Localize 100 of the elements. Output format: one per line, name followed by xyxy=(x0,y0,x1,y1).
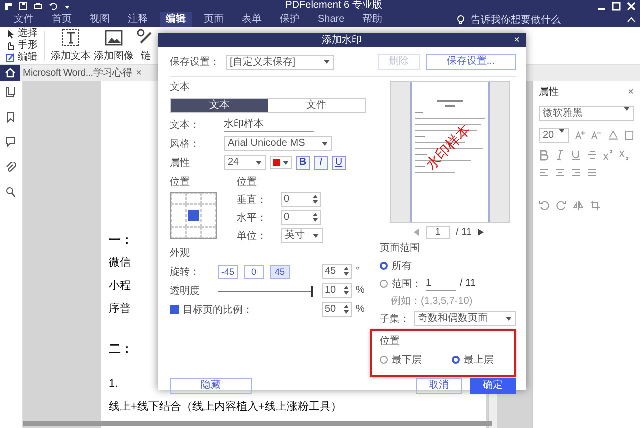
menu-tab[interactable]: 表单 xyxy=(236,12,268,27)
underline-button[interactable]: U xyxy=(332,156,346,170)
mode-button[interactable]: 编辑 xyxy=(6,52,38,64)
menu-tab[interactable]: 注释 xyxy=(122,12,154,27)
horizontal-scrollbar[interactable] xyxy=(23,421,492,426)
page-range-radio[interactable]: 所有 xyxy=(380,258,412,272)
strikethrough-icon[interactable] xyxy=(587,150,597,161)
layer-radio[interactable]: 最下层 xyxy=(380,352,422,366)
position-cell[interactable] xyxy=(201,204,216,227)
align-right-icon[interactable] xyxy=(571,168,581,179)
clear-format-icon[interactable] xyxy=(624,130,634,141)
document-tab[interactable]: Microsoft Word...学习心得 × xyxy=(20,65,145,81)
opacity-slider[interactable] xyxy=(218,284,312,296)
menu-tab[interactable]: 保护 xyxy=(274,12,306,27)
section-heading: 文本 xyxy=(170,81,191,94)
number-spinner[interactable]: 0 xyxy=(281,210,321,225)
number-spinner[interactable]: 45 xyxy=(322,264,352,279)
position-cell[interactable] xyxy=(201,226,216,238)
maximize-icon[interactable] xyxy=(612,2,621,10)
cancel-button[interactable]: 取消 xyxy=(416,378,462,394)
menu-tab[interactable]: 视图 xyxy=(84,12,116,27)
scale-checkbox[interactable]: 目标页的比例： xyxy=(170,302,253,316)
bookmark-icon[interactable] xyxy=(6,112,16,123)
tool-button[interactable]: 添加图像 xyxy=(94,28,134,62)
close-panel-button[interactable]: × xyxy=(628,85,634,99)
menu-tab[interactable]: 页面 xyxy=(198,12,230,27)
justify-icon[interactable] xyxy=(587,168,597,179)
tell-me-field[interactable]: 告诉我你想要做什么 xyxy=(471,12,561,26)
tab-label[interactable]: Microsoft Word...学习心得 xyxy=(23,66,132,80)
underline-icon[interactable] xyxy=(571,150,581,161)
rotation-preset-button[interactable]: -45 xyxy=(218,264,238,278)
font-dropdown[interactable]: Arial Unicode MS xyxy=(224,136,332,151)
position-cell[interactable] xyxy=(171,226,186,238)
rotation-preset-button[interactable]: 0 xyxy=(244,264,264,278)
shrink-font-icon[interactable] xyxy=(591,130,602,141)
rotate-left-icon[interactable] xyxy=(539,200,550,211)
attachment-icon[interactable] xyxy=(6,162,16,173)
tool-button[interactable]: 链 xyxy=(137,28,155,62)
font-size-dropdown[interactable]: 20 xyxy=(539,128,569,143)
range-input-field[interactable]: 1 xyxy=(426,276,456,290)
number-spinner[interactable]: 0 xyxy=(281,192,321,207)
page-total: / 11 xyxy=(460,278,476,289)
position-cell[interactable] xyxy=(201,193,216,204)
settings-dropdown[interactable]: [自定义未保存] xyxy=(226,54,334,70)
bold-button[interactable]: B xyxy=(296,156,310,170)
source-tab[interactable]: 文件 xyxy=(268,99,365,112)
align-left-icon[interactable] xyxy=(539,168,549,179)
previous-page-icon[interactable] xyxy=(414,229,420,236)
position-cell[interactable] xyxy=(186,193,201,204)
ok-button[interactable]: 确定 xyxy=(470,378,516,394)
grow-font-icon[interactable] xyxy=(574,130,586,141)
crop-icon[interactable] xyxy=(590,200,601,211)
size-dropdown[interactable]: 24 xyxy=(224,155,266,170)
close-dialog-button[interactable]: × xyxy=(514,34,520,46)
undo-icon[interactable] xyxy=(49,2,58,10)
page-icon[interactable] xyxy=(6,87,16,98)
rotation-preset-button[interactable]: 45 xyxy=(270,264,290,278)
text-color-icon[interactable] xyxy=(608,130,619,141)
close-icon[interactable] xyxy=(627,2,636,10)
menu-tab[interactable]: Share xyxy=(312,12,351,27)
text-input-field[interactable]: 水印样本 xyxy=(224,118,314,132)
search-icon[interactable] xyxy=(6,187,16,198)
source-tab[interactable]: 文本 xyxy=(171,99,268,112)
unit-dropdown[interactable]: 英寸 xyxy=(281,228,323,243)
bold-icon[interactable] xyxy=(539,150,549,161)
save-icon[interactable] xyxy=(19,2,28,10)
subset-dropdown[interactable]: 奇数和偶数页面 xyxy=(414,311,516,326)
hide-button[interactable]: 隐藏 xyxy=(170,378,252,394)
page-range-radio[interactable]: 范围： xyxy=(380,276,422,290)
align-center-icon[interactable] xyxy=(555,168,565,179)
color-picker[interactable] xyxy=(270,156,292,169)
italic-icon[interactable] xyxy=(555,150,565,161)
superscript-icon[interactable] xyxy=(603,150,613,161)
home-button[interactable] xyxy=(0,65,20,81)
menu-tab[interactable]: 帮助 xyxy=(356,12,389,27)
menu-tab[interactable]: 首页 xyxy=(46,12,78,27)
close-tab-button[interactable]: × xyxy=(136,68,142,78)
mode-button[interactable]: 选择 xyxy=(6,28,38,40)
save-settings-button[interactable]: 保存设置... xyxy=(426,54,516,70)
comment-icon[interactable] xyxy=(6,137,16,148)
position-cell[interactable] xyxy=(171,204,186,227)
layer-radio[interactable]: 最上层 xyxy=(452,352,494,366)
collapse-icon[interactable] xyxy=(627,16,636,23)
position-cell[interactable] xyxy=(171,193,186,204)
position-cell[interactable] xyxy=(186,204,201,227)
position-cell[interactable] xyxy=(186,226,201,238)
number-spinner[interactable]: 10 xyxy=(322,283,352,298)
menu-tab[interactable]: 文件 xyxy=(8,12,40,27)
print-icon[interactable] xyxy=(34,2,43,10)
subscript-icon[interactable] xyxy=(619,150,629,161)
italic-button[interactable]: I xyxy=(314,156,328,170)
font-dropdown[interactable]: 微软雅黑 xyxy=(539,106,634,121)
next-page-icon[interactable] xyxy=(478,229,484,236)
page-number-field[interactable]: 1 xyxy=(426,226,450,239)
rotate-right-icon[interactable] xyxy=(556,200,567,211)
mode-button[interactable]: 手形 xyxy=(6,40,38,52)
menu-tab[interactable]: 编辑 xyxy=(160,12,192,27)
flip-icon[interactable] xyxy=(573,200,584,211)
tool-button[interactable]: 添加文本 xyxy=(51,28,91,62)
number-spinner[interactable]: 50 xyxy=(322,302,352,317)
